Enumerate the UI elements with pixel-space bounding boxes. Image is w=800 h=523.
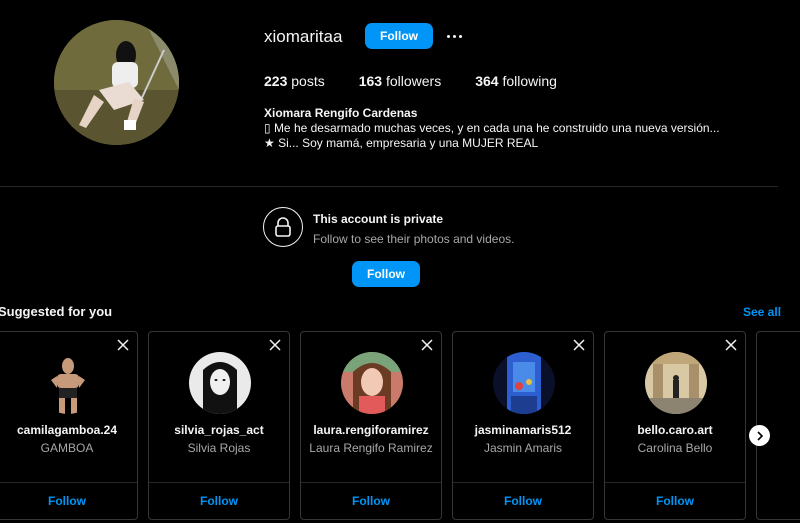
suggested-avatar[interactable] bbox=[37, 352, 99, 414]
suggested-follow-button[interactable]: Follow bbox=[301, 494, 441, 508]
chevron-right-icon[interactable] bbox=[749, 425, 770, 446]
suggested-username[interactable]: camilagamboa.24 bbox=[0, 423, 137, 437]
profile-full-name: Xiomara Rengifo Cardenas bbox=[264, 106, 418, 120]
bio-line-1: ▯ Me he desarmado muchas veces, y en cad… bbox=[264, 121, 720, 135]
bio-line-2: ★ Si... Soy mamá, empresaria y una MUJER… bbox=[264, 136, 539, 150]
suggested-card: jasminamaris512 Jasmin Amaris Follow bbox=[452, 331, 594, 520]
suggested-avatar[interactable] bbox=[493, 352, 555, 414]
follow-button[interactable]: Follow bbox=[365, 23, 433, 49]
suggested-avatar[interactable] bbox=[645, 352, 707, 414]
suggested-card: laura.rengiforamirez Laura Rengifo Ramir… bbox=[300, 331, 442, 520]
suggested-card: silvia_rojas_act Silvia Rojas Follow bbox=[148, 331, 290, 520]
suggested-username[interactable]: bello.caro.art bbox=[605, 423, 745, 437]
suggested-follow-button[interactable]: Follow bbox=[0, 494, 137, 508]
posts-stat: 223 posts bbox=[264, 73, 325, 89]
close-icon[interactable] bbox=[116, 338, 130, 352]
suggested-username[interactable]: jasminamaris512 bbox=[453, 423, 593, 437]
suggested-follow-button[interactable]: Follow bbox=[605, 494, 745, 508]
close-icon[interactable] bbox=[268, 338, 282, 352]
close-icon[interactable] bbox=[420, 338, 434, 352]
suggested-fullname: Silvia Rojas bbox=[187, 441, 251, 455]
suggested-fullname: Laura Rengifo Ramirez bbox=[309, 441, 433, 455]
private-subtitle: Follow to see their photos and videos. bbox=[313, 232, 515, 246]
profile-bio: Xiomara Rengifo Cardenas ▯ Me he desarma… bbox=[264, 106, 720, 151]
suggested-fullname: Carolina Bello bbox=[637, 441, 713, 455]
private-follow-button[interactable]: Follow bbox=[352, 261, 420, 287]
suggested-avatar[interactable] bbox=[341, 352, 403, 414]
close-icon[interactable] bbox=[572, 338, 586, 352]
suggested-username[interactable]: laura.rengiforamirez bbox=[301, 423, 441, 437]
profile-username: xiomaritaa bbox=[264, 27, 343, 46]
suggested-fullname: Jasmin Amaris bbox=[483, 441, 563, 455]
following-stat[interactable]: 364 following bbox=[475, 73, 557, 89]
profile-avatar[interactable] bbox=[54, 20, 179, 145]
see-all-link[interactable]: See all bbox=[743, 305, 781, 319]
section-divider bbox=[0, 186, 778, 187]
suggested-username[interactable]: silvia_rojas_act bbox=[149, 423, 289, 437]
more-options-icon[interactable] bbox=[442, 24, 466, 48]
lock-icon bbox=[263, 207, 303, 247]
suggested-follow-button[interactable]: Follow bbox=[149, 494, 289, 508]
suggested-follow-button[interactable]: Follow bbox=[453, 494, 593, 508]
suggested-title: Suggested for you bbox=[0, 304, 113, 319]
profile-stats: 223 posts 163 followers 364 following bbox=[264, 73, 591, 89]
suggested-card: bello.caro.art Carolina Bello Follow bbox=[604, 331, 746, 520]
close-icon[interactable] bbox=[724, 338, 738, 352]
suggested-card: camilagamboa.24 GAMBOA Follow bbox=[0, 331, 138, 520]
private-title: This account is private bbox=[313, 212, 444, 226]
suggested-avatar[interactable] bbox=[189, 352, 251, 414]
followers-stat[interactable]: 163 followers bbox=[359, 73, 442, 89]
suggested-fullname: GAMBOA bbox=[40, 441, 94, 455]
